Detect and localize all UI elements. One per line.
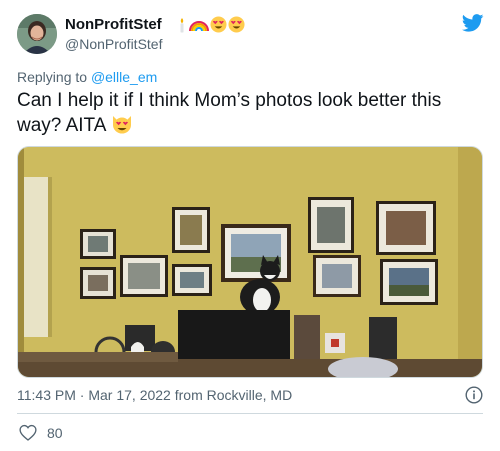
heart-eyes-cat-icon: [111, 113, 133, 142]
candle-icon: [180, 17, 184, 32]
like-button[interactable]: 80: [19, 424, 63, 441]
twitter-bird-icon[interactable]: [461, 14, 484, 37]
info-icon[interactable]: [465, 386, 483, 409]
author-name-row[interactable]: NonProfitStef: [65, 16, 245, 33]
like-count: 80: [47, 424, 63, 441]
replying-prefix: Replying to: [17, 69, 88, 85]
rainbow-icon: [188, 20, 209, 31]
heart-icon[interactable]: [19, 424, 37, 441]
reply-mention-link[interactable]: @ellle_em: [91, 69, 157, 85]
meta-separator: ·: [79, 387, 85, 403]
tweet-card: NonProfitStef @NonProfitStef Replying to…: [0, 0, 500, 451]
heart-eyes-icon: [228, 16, 245, 33]
avatar[interactable]: [17, 14, 57, 54]
tweet-location: from Rockville, MD: [174, 387, 293, 403]
heart-eyes-icon: [210, 16, 227, 33]
replying-to: Replying to @ellle_em: [17, 69, 157, 85]
tweet-metadata[interactable]: 11:43 PM · Mar 17, 2022 from Rockville, …: [17, 387, 292, 403]
name-emojis: [176, 16, 245, 33]
tweet-text: Can I help it if I think Mom’s photos lo…: [17, 88, 487, 142]
author-handle[interactable]: @NonProfitStef: [65, 36, 162, 52]
tweet-time[interactable]: 11:43 PM: [17, 387, 76, 403]
tweet-photo[interactable]: [17, 146, 483, 378]
divider: [17, 413, 483, 414]
display-name[interactable]: NonProfitStef: [65, 16, 162, 33]
tweet-body: Can I help it if I think Mom’s photos lo…: [17, 90, 442, 136]
tweet-date[interactable]: Mar 17, 2022: [88, 387, 171, 403]
